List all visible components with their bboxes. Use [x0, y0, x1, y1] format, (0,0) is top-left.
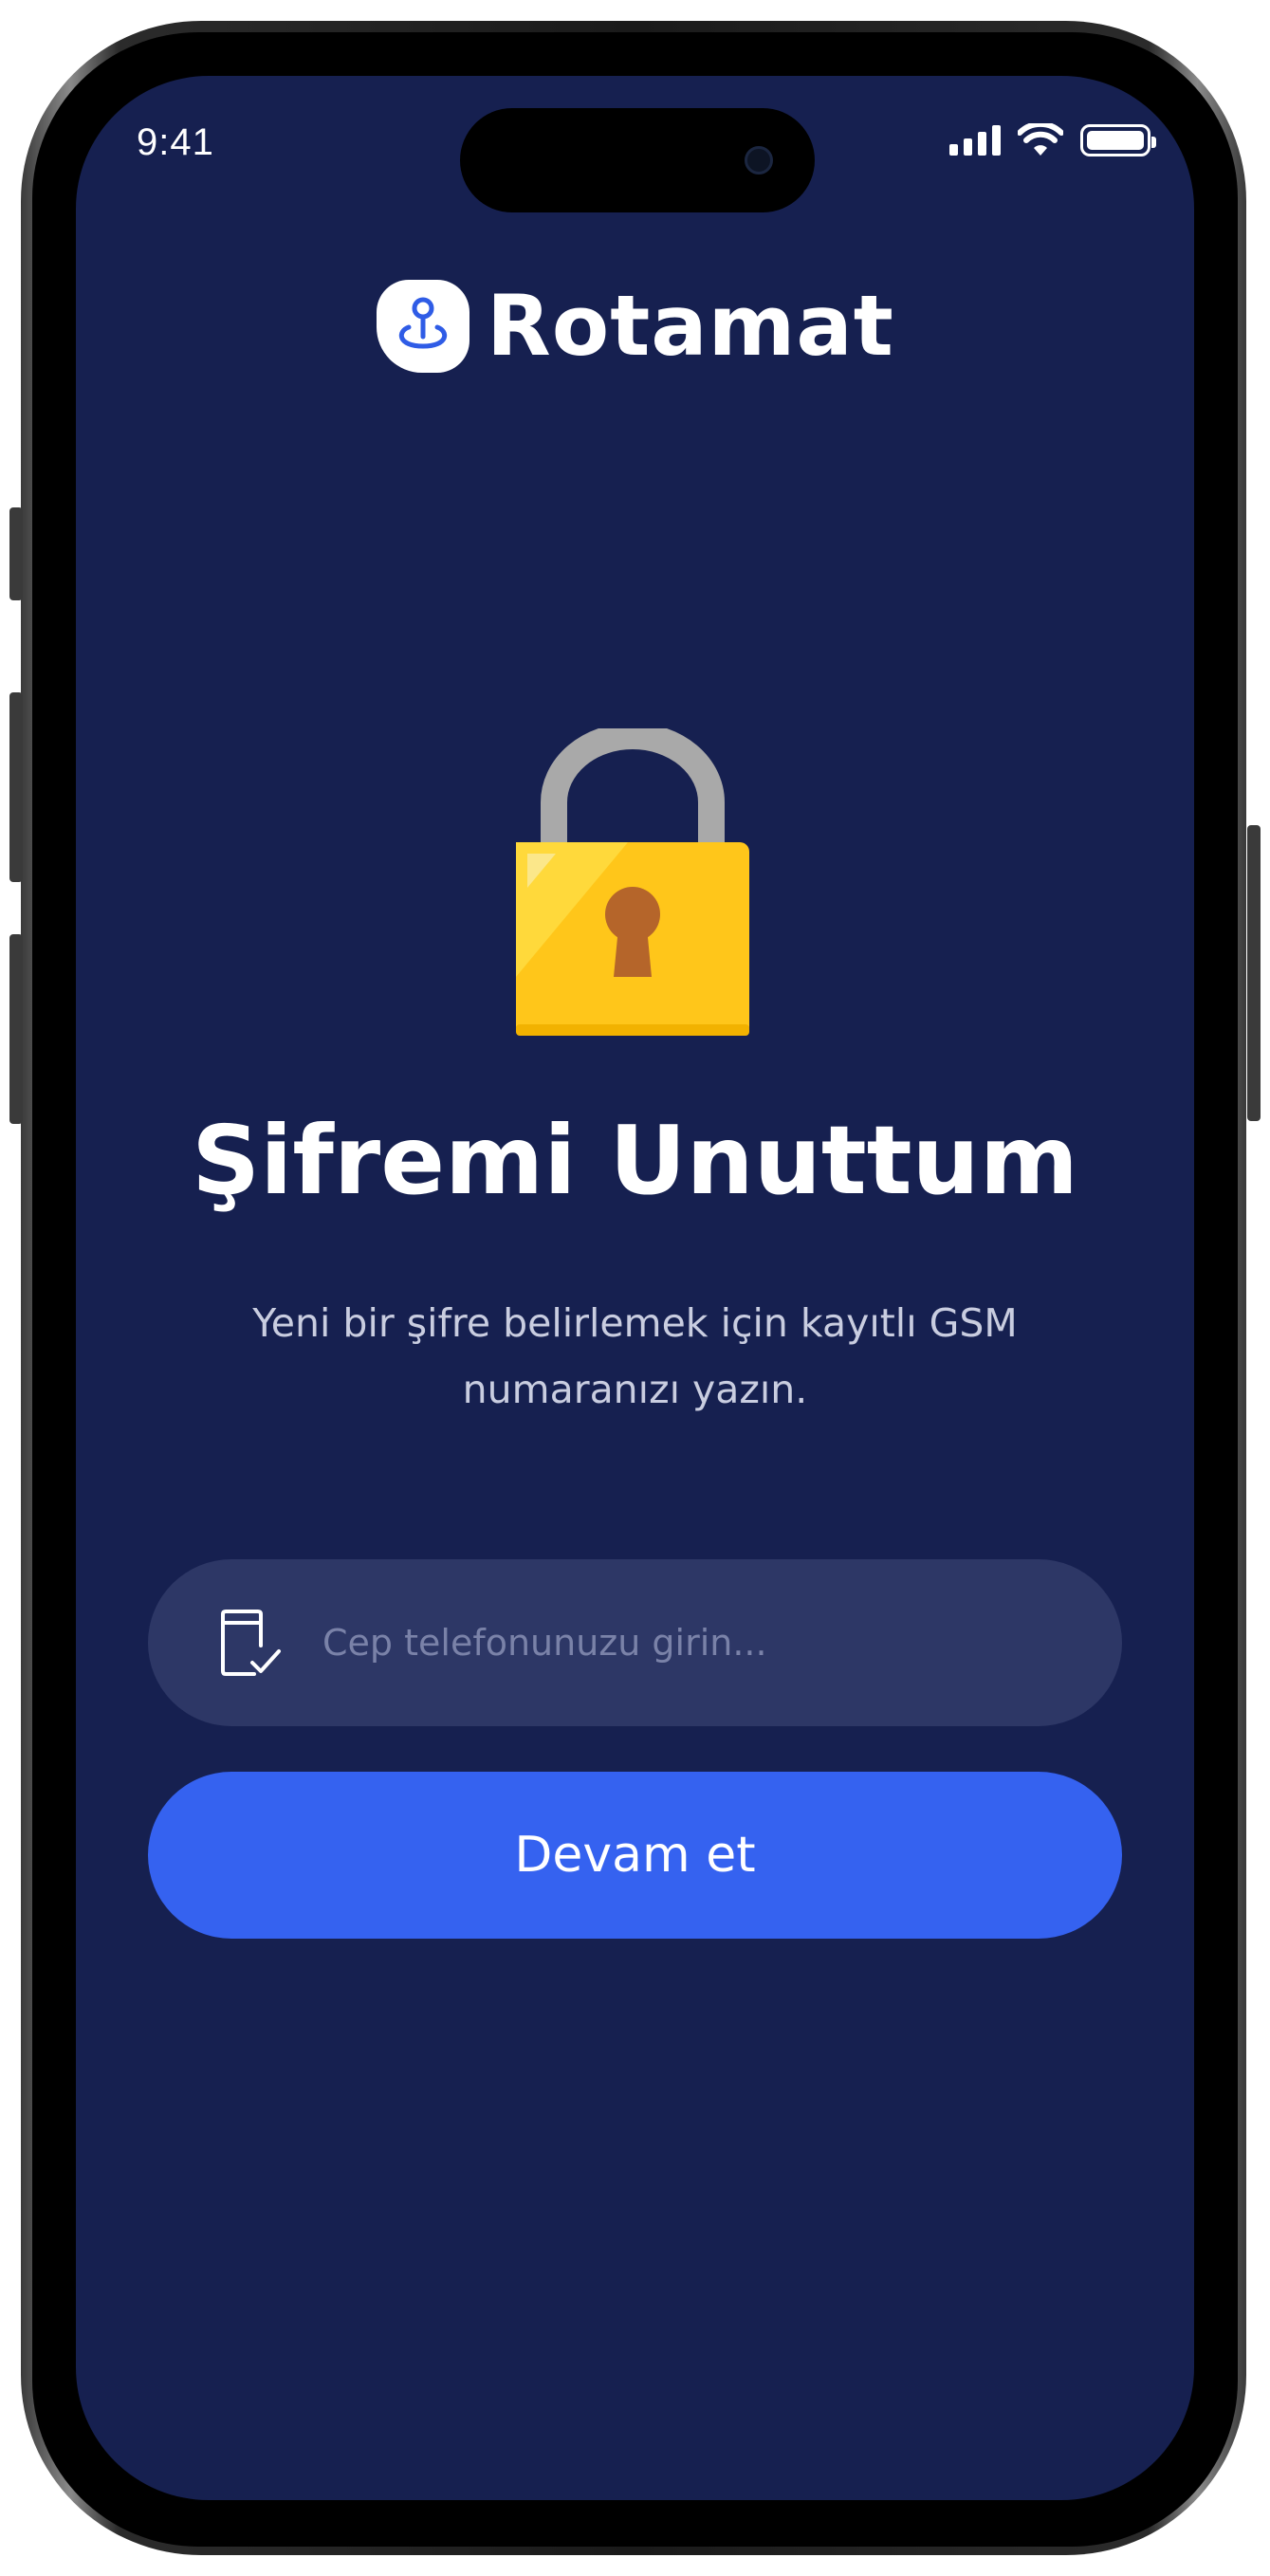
padlock-icon	[516, 728, 749, 1036]
status-time: 9:41	[137, 121, 214, 163]
app-screen: 9:41 Rotamat Şifremi Unuttum Yeni bir şi…	[76, 76, 1194, 2500]
page-subtitle: Yeni bir şifre belirlemek için kayıtlı G…	[252, 1300, 1018, 1412]
cellular-signal-icon	[949, 125, 1001, 156]
dynamic-island	[460, 108, 815, 212]
brand-logo: Rotamat	[377, 277, 894, 375]
brand-name: Rotamat	[487, 277, 894, 375]
continue-button[interactable]: Devam et	[148, 1772, 1122, 1939]
phone-input-field[interactable]	[148, 1559, 1122, 1726]
power-button	[1247, 825, 1261, 1121]
volume-up-button	[9, 692, 23, 882]
location-pin-icon	[377, 279, 469, 373]
silent-switch	[9, 507, 23, 600]
page-title: Şifremi Unuttum	[192, 1105, 1078, 1216]
status-icons	[949, 123, 1156, 157]
front-camera	[745, 146, 773, 175]
phone-number-input[interactable]	[322, 1622, 1043, 1664]
battery-icon	[1080, 124, 1156, 156]
status-bar: 9:41	[76, 76, 1194, 218]
phone-check-icon	[221, 1610, 281, 1676]
wifi-icon	[1018, 123, 1063, 156]
volume-down-button	[9, 934, 23, 1124]
